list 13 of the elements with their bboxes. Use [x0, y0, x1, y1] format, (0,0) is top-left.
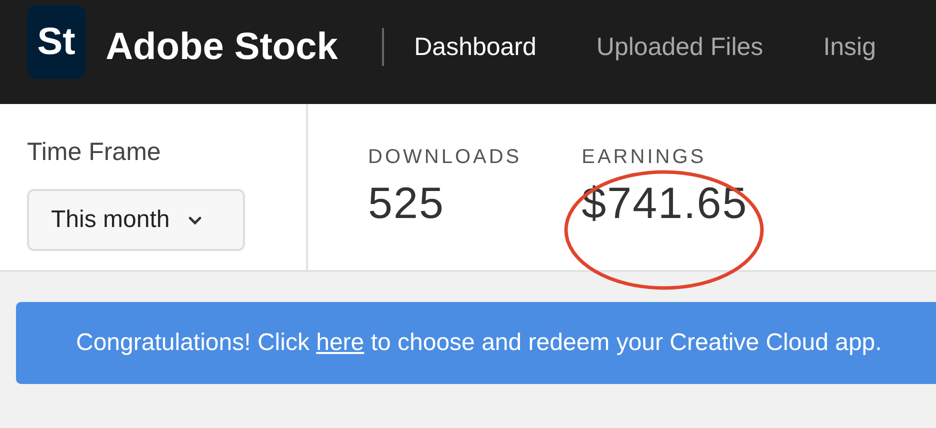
chevron-icon: [188, 216, 202, 224]
stat-value: 525: [368, 179, 446, 229]
banner-message: Congratulations! Click here to choose and redeem your Creative Cloud app.: [76, 329, 882, 357]
time-frame-label: Time Frame: [27, 138, 161, 167]
brand-name: Adobe Stock: [106, 26, 338, 68]
nav-tab[interactable]: Uploaded Files: [596, 32, 764, 62]
stat-label: EARNINGS: [582, 146, 706, 169]
nav-tab[interactable]: Dashboard: [414, 32, 536, 62]
nav-tab[interactable]: Insig: [823, 32, 876, 62]
stat-value: $741.65: [582, 179, 748, 229]
app-logo[interactable]: St: [27, 5, 86, 79]
time-frame-dropdown[interactable]: This month: [27, 189, 245, 251]
stat-label: DOWNLOADS: [368, 146, 522, 169]
